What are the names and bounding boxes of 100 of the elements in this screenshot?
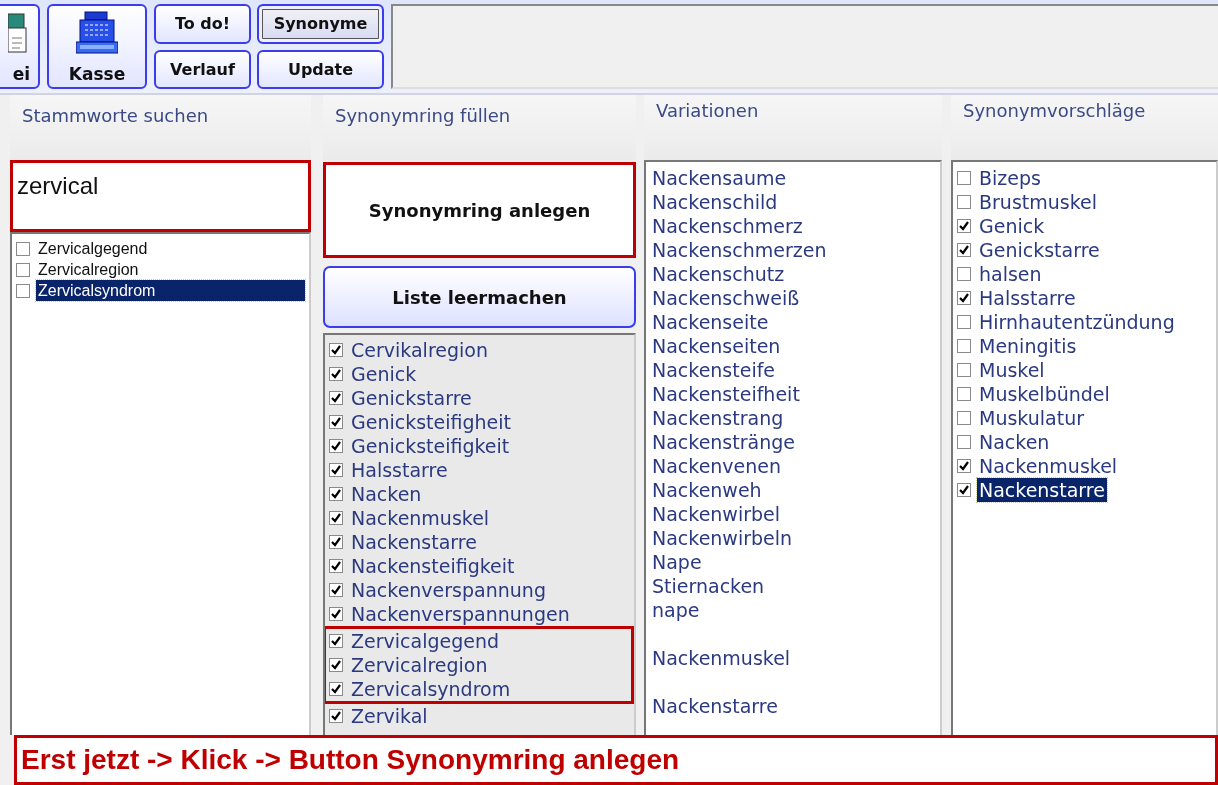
list-item[interactable]: Nackenwirbeln (650, 526, 795, 550)
list-item[interactable]: Nacken (977, 430, 1052, 454)
checkbox[interactable] (957, 195, 971, 209)
list-item[interactable]: Muskelbündel (977, 382, 1112, 406)
checkbox[interactable] (329, 658, 343, 672)
checkbox[interactable] (329, 709, 343, 723)
list-item[interactable]: Muskel (977, 358, 1047, 382)
list-item[interactable]: Halsstarre (349, 458, 450, 482)
list-item[interactable]: Nape (650, 550, 704, 574)
list-item[interactable]: Meningitis (977, 334, 1079, 358)
checkbox[interactable] (957, 459, 971, 473)
checkbox[interactable] (957, 435, 971, 449)
column-title: Variationen (656, 100, 759, 121)
list-item[interactable]: Nackenschmerzen (650, 238, 829, 262)
list-item[interactable]: Nackenmuskel (650, 646, 793, 670)
checkbox[interactable] (329, 343, 343, 357)
list-item[interactable]: Zervicalsyndrom (36, 280, 305, 301)
checkbox[interactable] (957, 291, 971, 305)
list-item[interactable]: Muskulatur (977, 406, 1087, 430)
list-item[interactable]: Genicksteifigkeit (349, 434, 512, 458)
checkbox[interactable] (329, 511, 343, 525)
list-item[interactable]: Zervicalgegend (36, 238, 150, 259)
cash-register-icon (76, 10, 118, 54)
checkbox[interactable] (329, 415, 343, 429)
list-item[interactable]: Nackenvenen (650, 454, 784, 478)
list-item[interactable]: nape (650, 598, 702, 622)
list-item[interactable]: Nackenstarre (650, 694, 780, 718)
toolbar-button[interactable]: Kasse (47, 4, 147, 89)
list-item[interactable]: Brustmuskel (977, 190, 1099, 214)
list-item[interactable]: Nackenmuskel (977, 454, 1120, 478)
list-item[interactable]: Nackensteifigkeit (349, 554, 517, 578)
list-item[interactable]: Bizeps (977, 166, 1043, 190)
checkbox[interactable] (16, 262, 30, 277)
column-title: Synonymvorschläge (963, 100, 1146, 121)
toolbar-button[interactable]: ei (0, 4, 40, 89)
checkbox[interactable] (329, 487, 343, 501)
list-item[interactable]: Nackenstränge (650, 430, 797, 454)
list-item[interactable]: Halsstarre (977, 286, 1078, 310)
checkbox[interactable] (957, 339, 971, 353)
checkbox[interactable] (16, 283, 30, 298)
checkbox[interactable] (329, 463, 343, 477)
list-item[interactable]: Nackenstrang (650, 406, 786, 430)
checkbox[interactable] (329, 583, 343, 597)
list-item[interactable]: Nackenschweiß (650, 286, 802, 310)
list-item[interactable]: Genicksteifigheit (349, 410, 513, 434)
list-item[interactable]: Stiernacken (650, 574, 767, 598)
list-item[interactable]: Nackensteifheit (650, 382, 802, 406)
list-item[interactable]: Zervicalregion (36, 259, 141, 280)
list-item[interactable]: Nackenverspannungen (349, 602, 572, 626)
column-title: Stammworte suchen (22, 105, 209, 126)
checkbox[interactable] (16, 241, 30, 256)
checkbox[interactable] (957, 171, 971, 185)
list-item[interactable]: Hirnhautentzündung (977, 310, 1177, 334)
list-item[interactable]: Genick (349, 362, 419, 386)
hint-text: Erst jetzt -> Klick -> Button Synonymring anlegen (21, 744, 680, 775)
list-item[interactable]: Nackenweh (650, 478, 764, 502)
list-item[interactable]: Genickstarre (349, 386, 474, 410)
checkbox[interactable] (329, 559, 343, 573)
checkbox[interactable] (329, 682, 343, 696)
checkbox[interactable] (957, 219, 971, 233)
checkbox[interactable] (329, 634, 343, 648)
checkbox[interactable] (329, 607, 343, 621)
checkbox[interactable] (329, 439, 343, 453)
search-field[interactable]: zervical (10, 160, 311, 232)
checkbox[interactable] (957, 315, 971, 329)
list-item[interactable]: Zervicalregion (349, 653, 490, 677)
list-item[interactable]: Genick (977, 214, 1047, 238)
toolbar-button[interactable]: Update (257, 49, 384, 89)
list-item[interactable]: halsen (977, 262, 1044, 286)
list-item[interactable]: Nackensteife (650, 358, 778, 382)
checkbox[interactable] (957, 411, 971, 425)
list-item[interactable]: Nackenmuskel (349, 506, 492, 530)
list-item[interactable]: Nackenstarre (977, 478, 1107, 502)
list-item[interactable]: Nackenschmerz (650, 214, 805, 238)
list-item[interactable]: Zervikal (349, 704, 430, 728)
checkbox[interactable] (329, 391, 343, 405)
checkbox[interactable] (957, 387, 971, 401)
list-item[interactable]: Nackenseite (650, 310, 771, 334)
checkbox[interactable] (957, 483, 971, 497)
checkbox[interactable] (329, 367, 343, 381)
checkbox[interactable] (957, 243, 971, 257)
list-item[interactable]: Nackenstarre (349, 530, 479, 554)
list-item[interactable]: Nackenschild (650, 190, 780, 214)
toolbar-button[interactable]: Synonyme (257, 4, 384, 44)
clear-list-button[interactable]: Liste leermachen (323, 266, 636, 328)
list-item[interactable]: Nacken (349, 482, 424, 506)
checkbox[interactable] (957, 363, 971, 377)
checkbox[interactable] (329, 535, 343, 549)
list-item[interactable]: Genickstarre (977, 238, 1102, 262)
list-item[interactable]: Cervikalregion (349, 338, 490, 362)
file-card-icon (8, 10, 30, 54)
checkbox[interactable] (957, 267, 971, 281)
create-ring-button[interactable]: Synonymring anlegen (323, 162, 636, 258)
list-item[interactable]: Nackensaume (650, 166, 789, 190)
list-item[interactable]: Nackenwirbel (650, 502, 783, 526)
list-item[interactable]: Nackenverspannung (349, 578, 548, 602)
list-item[interactable]: Nackenschutz (650, 262, 787, 286)
toolbar-button[interactable]: To do! (154, 4, 251, 44)
toolbar-button[interactable]: Verlauf (154, 49, 251, 89)
list-item[interactable]: Nackenseiten (650, 334, 783, 358)
